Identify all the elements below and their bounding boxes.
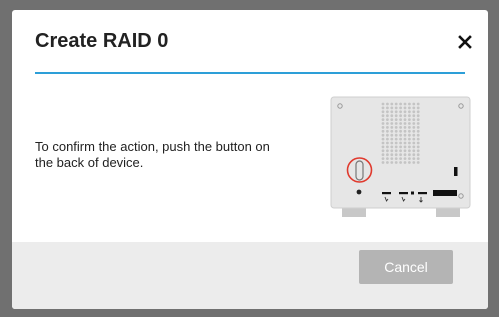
dialog-title: Create RAID 0 xyxy=(35,30,169,52)
close-icon[interactable] xyxy=(457,34,473,50)
confirm-message: To confirm the action, push the button o… xyxy=(35,139,315,171)
device-back-illustration xyxy=(330,96,471,217)
cancel-button[interactable]: Cancel xyxy=(359,250,453,284)
message-line: the back of device. xyxy=(35,155,144,170)
message-line: To confirm the action, push the button o… xyxy=(35,139,270,154)
header-divider xyxy=(35,72,465,74)
dialog-header: Create RAID 0 xyxy=(12,10,488,76)
